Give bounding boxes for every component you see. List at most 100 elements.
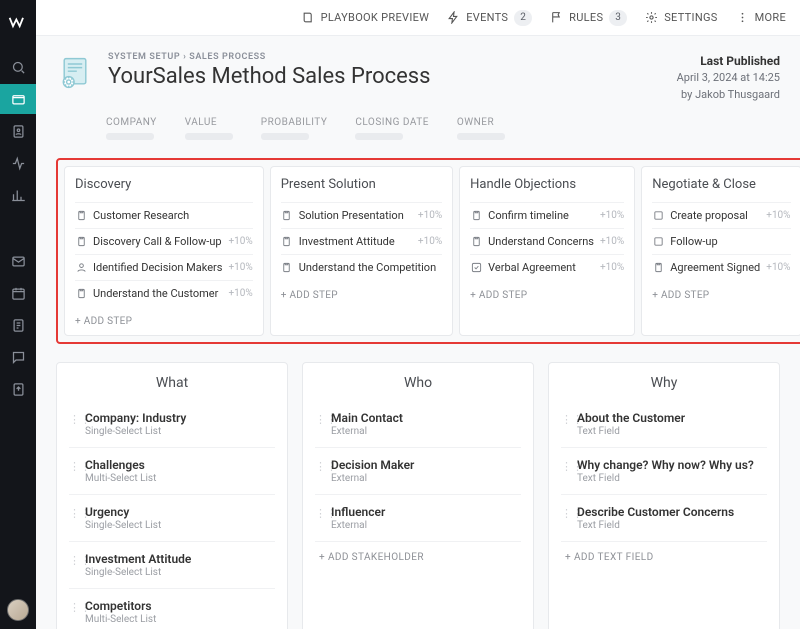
drag-handle-icon[interactable]: ⋮⋮ — [69, 507, 77, 520]
stage-step[interactable]: Agreement Signed+10% — [652, 254, 790, 280]
playbook-preview-button[interactable]: PLAYBOOK PREVIEW — [302, 11, 430, 24]
add-step-button[interactable]: + ADD STEP — [652, 280, 790, 301]
step-label: Investment Attitude — [299, 235, 412, 248]
clipboard-icon — [470, 236, 482, 248]
step-label: Solution Presentation — [299, 209, 412, 222]
field-name: Urgency — [85, 505, 161, 519]
stage-title: Handle Objections — [470, 177, 624, 192]
clipboard-icon — [652, 262, 664, 274]
stage-column[interactable]: Present SolutionSolution Presentation+10… — [270, 166, 453, 336]
field-tab-closing-date[interactable]: CLOSING DATE — [355, 117, 429, 140]
more-button[interactable]: MORE — [736, 11, 786, 24]
field-tab-value[interactable]: VALUE — [185, 117, 233, 140]
stage-step[interactable]: Investment Attitude +10% — [281, 228, 442, 254]
panel-title: What — [57, 363, 287, 401]
field-name: About the Customer — [577, 411, 685, 425]
step-percent: +10% — [228, 236, 252, 247]
stage-step[interactable]: Confirm timeline +10% — [470, 202, 624, 228]
stage-column[interactable]: Negotiate & CloseCreate proposal+10%Foll… — [641, 166, 800, 336]
app-logo-icon[interactable] — [8, 8, 28, 36]
rail-export-icon[interactable] — [0, 374, 36, 404]
stage-step[interactable]: Follow-up — [652, 228, 790, 254]
rail-wallet-icon[interactable] — [0, 84, 36, 114]
field-type: External — [331, 473, 414, 484]
rail-chart-icon[interactable] — [0, 180, 36, 210]
field-name: Why change? Why now? Why us? — [577, 458, 754, 472]
settings-button[interactable]: SETTINGS — [645, 11, 717, 24]
field-item[interactable]: ⋮⋮InfluencerExternal — [315, 495, 521, 542]
step-percent: +10% — [418, 236, 442, 247]
drag-handle-icon[interactable]: ⋮⋮ — [69, 554, 77, 567]
field-item[interactable]: ⋮⋮CompetitorsMulti-Select List — [69, 589, 275, 629]
drag-handle-icon[interactable]: ⋮⋮ — [69, 413, 77, 426]
stage-step[interactable]: Identified Decision Makers+10% — [75, 254, 253, 280]
drag-handle-icon[interactable]: ⋮⋮ — [315, 460, 323, 473]
step-percent: +10% — [766, 210, 790, 221]
stage-column[interactable]: DiscoveryCustomer ResearchDiscovery Call… — [64, 166, 264, 336]
field-tab-owner[interactable]: OWNER — [457, 117, 505, 140]
step-percent: +10% — [600, 236, 624, 247]
drag-handle-icon[interactable]: ⋮⋮ — [561, 460, 569, 473]
stage-column[interactable]: Handle ObjectionsConfirm timeline+10%Und… — [459, 166, 635, 336]
gear-icon — [645, 11, 658, 24]
panel-title: Who — [303, 363, 533, 401]
rail-tasks-icon[interactable] — [0, 310, 36, 340]
rail-contacts-icon[interactable] — [0, 116, 36, 146]
step-percent: +10% — [600, 262, 624, 273]
drag-handle-icon[interactable]: ⋮⋮ — [315, 413, 323, 426]
field-item[interactable]: ⋮⋮ Company: IndustrySingle-Select List — [69, 401, 275, 448]
stage-step[interactable]: Discovery Call & Follow-up+10% — [75, 228, 253, 254]
field-type: External — [331, 426, 403, 437]
clipboard-icon — [75, 236, 87, 248]
field-item[interactable]: ⋮⋮UrgencySingle-Select List — [69, 495, 275, 542]
field-type: Single-Select List — [85, 426, 186, 437]
stage-step[interactable]: Understand the Competition — [281, 254, 442, 280]
rules-button[interactable]: RULES 3 — [550, 10, 627, 26]
field-name: Company: Industry — [85, 411, 186, 425]
drag-handle-icon[interactable]: ⋮⋮ — [69, 460, 77, 473]
step-label: Identified Decision Makers — [93, 261, 222, 274]
square-icon — [652, 236, 664, 248]
publish-info: Last Published April 3, 2024 at 14:25 by… — [677, 52, 780, 103]
field-tab-probability[interactable]: PROBABILITY — [261, 117, 328, 140]
stage-title: Present Solution — [281, 177, 442, 192]
field-type: Multi-Select List — [85, 473, 156, 484]
stage-step[interactable]: Customer Research — [75, 202, 253, 228]
add-text-field-button[interactable]: + ADD TEXT FIELD — [561, 542, 767, 573]
add-step-button[interactable]: + ADD STEP — [75, 306, 253, 327]
breadcrumb[interactable]: SYSTEM SETUP › SALES PROCESS — [108, 52, 431, 62]
add-step-button[interactable]: + ADD STEP — [281, 280, 442, 301]
stage-step[interactable]: Solution Presentation+10% — [281, 202, 442, 228]
stage-step[interactable]: Create proposal+10% — [652, 202, 790, 228]
stage-step[interactable]: Verbal Agreement+10% — [470, 254, 624, 280]
rail-search-icon[interactable] — [0, 52, 36, 82]
stage-step[interactable]: Understand Concerns+10% — [470, 228, 624, 254]
drag-handle-icon[interactable]: ⋮⋮ — [69, 601, 77, 614]
field-item[interactable]: ⋮⋮Decision MakerExternal — [315, 448, 521, 495]
step-label: Confirm timeline — [488, 209, 594, 222]
step-label: Agreement Signed — [670, 261, 760, 274]
field-item[interactable]: ⋮⋮ ChallengesMulti-Select List — [69, 448, 275, 495]
field-item[interactable]: ⋮⋮Investment AttitudeSingle-Select List — [69, 542, 275, 589]
add-step-button[interactable]: + ADD STEP — [470, 280, 624, 301]
rail-mail-icon[interactable] — [0, 246, 36, 276]
field-name: Challenges — [85, 458, 156, 472]
drag-handle-icon[interactable]: ⋮⋮ — [561, 413, 569, 426]
rail-chat-icon[interactable] — [0, 342, 36, 372]
add-stakeholder-button[interactable]: + ADD STAKEHOLDER — [315, 542, 521, 573]
stage-step[interactable]: Understand the Customer+10% — [75, 280, 253, 306]
user-avatar[interactable] — [7, 599, 29, 621]
drag-handle-icon[interactable]: ⋮⋮ — [315, 507, 323, 520]
drag-handle-icon[interactable]: ⋮⋮ — [561, 507, 569, 520]
field-item[interactable]: ⋮⋮Why change? Why now? Why us?Text Field — [561, 448, 767, 495]
field-item[interactable]: ⋮⋮Describe Customer ConcernsText Field — [561, 495, 767, 542]
events-button[interactable]: EVENTS 2 — [447, 10, 532, 26]
field-item[interactable]: ⋮⋮Main ContactExternal — [315, 401, 521, 448]
field-tab-company[interactable]: COMPANY — [106, 117, 157, 140]
rail-activity-icon[interactable] — [0, 148, 36, 178]
step-percent: +10% — [600, 210, 624, 221]
field-item[interactable]: ⋮⋮About the CustomerText Field — [561, 401, 767, 448]
rail-calendar-icon[interactable] — [0, 278, 36, 308]
field-name: Influencer — [331, 505, 385, 519]
process-header-icon — [56, 54, 94, 92]
